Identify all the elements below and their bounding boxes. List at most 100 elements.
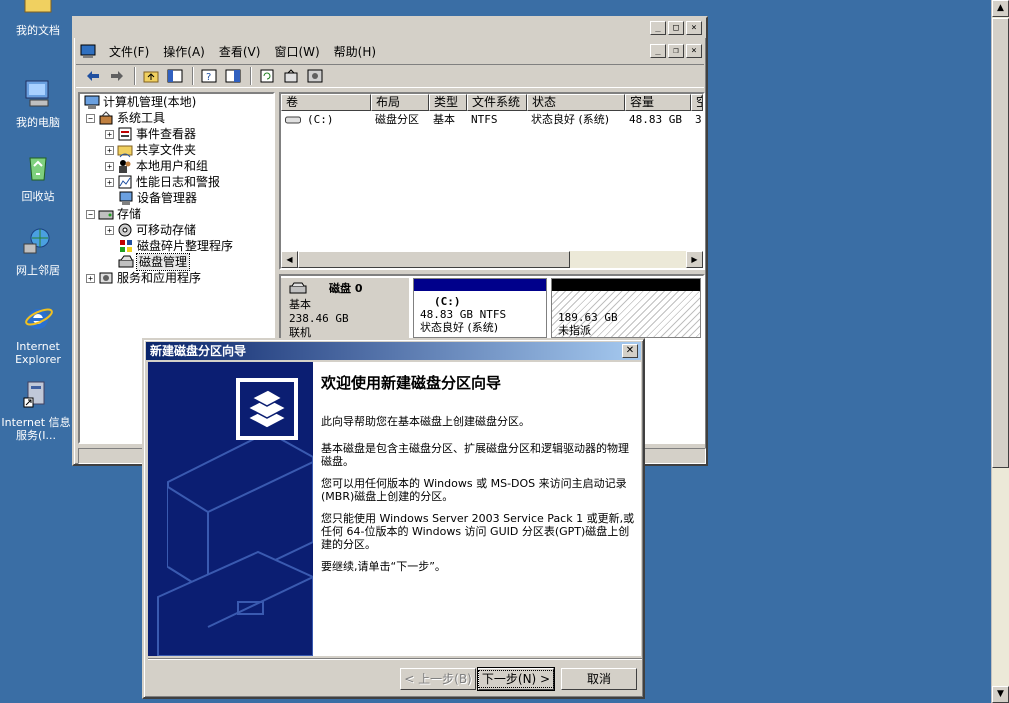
cancel-button[interactable]: 取消 bbox=[561, 668, 637, 690]
column-volume[interactable]: 卷 bbox=[281, 94, 371, 111]
column-free[interactable]: 空 bbox=[691, 94, 703, 111]
minimize-icon[interactable]: _ bbox=[650, 21, 666, 35]
new-partition-wizard: 新建磁盘分区向导 ✕ 欢迎使用新建磁盘分区向导 此向导帮助您在基本磁盘上创建磁盘… bbox=[142, 338, 645, 699]
tree-item-shared-folders[interactable]: + 共享文件夹 bbox=[80, 142, 273, 158]
scroll-left-icon[interactable]: ◀ bbox=[281, 251, 298, 268]
back-button[interactable] bbox=[82, 66, 104, 86]
column-type[interactable]: 类型 bbox=[429, 94, 467, 111]
desktop-icon-my-computer[interactable]: 我的电脑 bbox=[2, 78, 74, 129]
scrollbar-thumb[interactable] bbox=[298, 251, 570, 268]
child-restore-icon[interactable]: ❐ bbox=[668, 44, 684, 58]
column-status[interactable]: 状态 bbox=[527, 94, 625, 111]
next-button[interactable]: 下一步(N) > bbox=[477, 667, 555, 691]
expand-icon[interactable]: + bbox=[105, 145, 114, 155]
column-capacity[interactable]: 容量 bbox=[625, 94, 691, 111]
expand-icon[interactable]: + bbox=[105, 129, 114, 139]
back-arrow-icon bbox=[87, 71, 99, 81]
desktop-icon-my-documents[interactable]: 我的文档 bbox=[2, 0, 74, 37]
scrollbar-thumb[interactable] bbox=[992, 18, 1009, 468]
console-app-icon[interactable] bbox=[80, 43, 96, 59]
menu-view[interactable]: 查看(V) bbox=[212, 43, 268, 60]
desktop-icon-label: 回收站 bbox=[21, 190, 55, 203]
desktop-icon-label: 我的文档 bbox=[16, 24, 60, 37]
desktop-icon-label: 网上邻居 bbox=[16, 264, 60, 277]
tree-item-root[interactable]: 计算机管理(本地) bbox=[80, 94, 273, 110]
partition-body: 189.63 GB 未指派 bbox=[552, 291, 700, 337]
tree-item-system-tools[interactable]: − 系统工具 bbox=[80, 110, 273, 126]
close-icon[interactable]: ✕ bbox=[622, 344, 638, 358]
window-controls: _ □ × bbox=[648, 21, 702, 35]
list-horizontal-scrollbar[interactable]: ◀ ▶ bbox=[281, 251, 703, 268]
tree-label: 可移动存储 bbox=[136, 223, 197, 237]
child-minimize-icon[interactable]: _ bbox=[650, 44, 666, 58]
back-button[interactable]: < 上一步(B) bbox=[400, 668, 476, 690]
settings-button[interactable] bbox=[304, 66, 326, 86]
tree-label: 计算机管理(本地) bbox=[103, 95, 197, 109]
partition-status: 未指派 bbox=[558, 324, 591, 337]
partition-c[interactable]: (C:) 48.83 GB NTFS 状态良好 (系统) bbox=[413, 278, 547, 338]
tree-item-performance-logs[interactable]: + 性能日志和警报 bbox=[80, 174, 273, 190]
tree-label: 性能日志和警报 bbox=[136, 175, 221, 189]
forward-arrow-icon bbox=[111, 71, 123, 81]
desktop-icon-internet-explorer[interactable]: Internet Explorer bbox=[2, 302, 74, 366]
partition-body: (C:) 48.83 GB NTFS 状态良好 (系统) bbox=[414, 291, 546, 338]
scroll-down-icon[interactable]: ▼ bbox=[992, 686, 1009, 703]
expand-icon[interactable]: + bbox=[105, 225, 114, 235]
cell-volume: (C:) bbox=[281, 111, 371, 128]
settings-icon bbox=[307, 69, 323, 83]
tree-item-defragmenter[interactable]: 磁盘碎片整理程序 bbox=[80, 238, 273, 254]
column-layout[interactable]: 布局 bbox=[371, 94, 429, 111]
window-titlebar[interactable] bbox=[74, 18, 706, 38]
cell-type: 基本 bbox=[433, 113, 455, 126]
users-icon bbox=[119, 160, 131, 173]
back-button-label: < 上一步(B) bbox=[404, 672, 472, 686]
desktop-icon-network[interactable]: 网上邻居 bbox=[2, 226, 74, 277]
menu-file[interactable]: 文件(F) bbox=[102, 43, 156, 60]
tree-item-device-manager[interactable]: 设备管理器 bbox=[80, 190, 273, 206]
forward-button[interactable] bbox=[106, 66, 128, 86]
dialog-titlebar[interactable]: 新建磁盘分区向导 ✕ bbox=[146, 342, 641, 360]
menu-action[interactable]: 操作(A) bbox=[156, 43, 212, 60]
scroll-right-icon[interactable]: ▶ bbox=[686, 251, 703, 268]
scroll-up-icon[interactable]: ▲ bbox=[992, 0, 1009, 17]
maximize-icon[interactable]: □ bbox=[668, 21, 684, 35]
desktop-icon-recycle-bin[interactable]: 回收站 bbox=[2, 152, 74, 203]
tree-item-disk-management[interactable]: 磁盘管理 bbox=[80, 253, 273, 271]
wizard-heading: 欢迎使用新建磁盘分区向导 bbox=[321, 374, 502, 392]
show-tree-button[interactable] bbox=[164, 66, 186, 86]
close-icon[interactable]: × bbox=[686, 21, 702, 35]
up-level-button[interactable] bbox=[140, 66, 162, 86]
tree-item-local-users[interactable]: + 本地用户和组 bbox=[80, 158, 273, 174]
expand-icon[interactable]: + bbox=[86, 273, 95, 283]
export-button[interactable] bbox=[280, 66, 302, 86]
unallocated-bar bbox=[552, 279, 700, 291]
desktop-icon-iis[interactable]: Internet 信息服务(I... bbox=[0, 378, 72, 442]
collapse-icon[interactable]: − bbox=[86, 113, 95, 123]
refresh-button[interactable] bbox=[256, 66, 278, 86]
partition-unallocated[interactable]: 189.63 GB 未指派 bbox=[551, 278, 701, 338]
expand-icon[interactable]: + bbox=[105, 177, 114, 187]
desktop-scrollbar[interactable]: ▲ ▼ bbox=[991, 0, 1009, 703]
menu-help[interactable]: 帮助(H) bbox=[327, 43, 383, 60]
partition-label: (C:) bbox=[434, 295, 461, 308]
computer-management-icon bbox=[84, 95, 100, 109]
disk-management-icon bbox=[118, 255, 134, 268]
expand-icon[interactable]: + bbox=[105, 161, 114, 171]
menu-window[interactable]: 窗口(W) bbox=[267, 43, 326, 60]
child-close-icon[interactable]: × bbox=[686, 44, 702, 58]
column-filesystem[interactable]: 文件系统 bbox=[467, 94, 527, 111]
help-topic-icon: ? bbox=[201, 69, 217, 83]
toolbar-separator bbox=[134, 67, 136, 85]
tree-label-selected: 磁盘管理 bbox=[135, 253, 191, 271]
table-row[interactable]: (C:) 磁盘分区 基本 NTFS 状态良好 (系统) 48.83 GB 3 bbox=[281, 111, 703, 128]
help-button[interactable] bbox=[222, 66, 244, 86]
tree-item-services-apps[interactable]: + 服务和应用程序 bbox=[80, 270, 273, 286]
next-button-label: 下一步(N) > bbox=[477, 670, 555, 688]
disk-name: 磁盘 0 bbox=[329, 282, 363, 295]
tree-item-event-viewer[interactable]: + 事件查看器 bbox=[80, 126, 273, 142]
tree-item-removable-storage[interactable]: + 可移动存储 bbox=[80, 222, 273, 238]
collapse-icon[interactable]: − bbox=[86, 209, 95, 219]
dialog-title: 新建磁盘分区向导 bbox=[150, 344, 247, 358]
tree-item-storage[interactable]: − 存储 bbox=[80, 206, 273, 222]
properties-button[interactable]: ? bbox=[198, 66, 220, 86]
